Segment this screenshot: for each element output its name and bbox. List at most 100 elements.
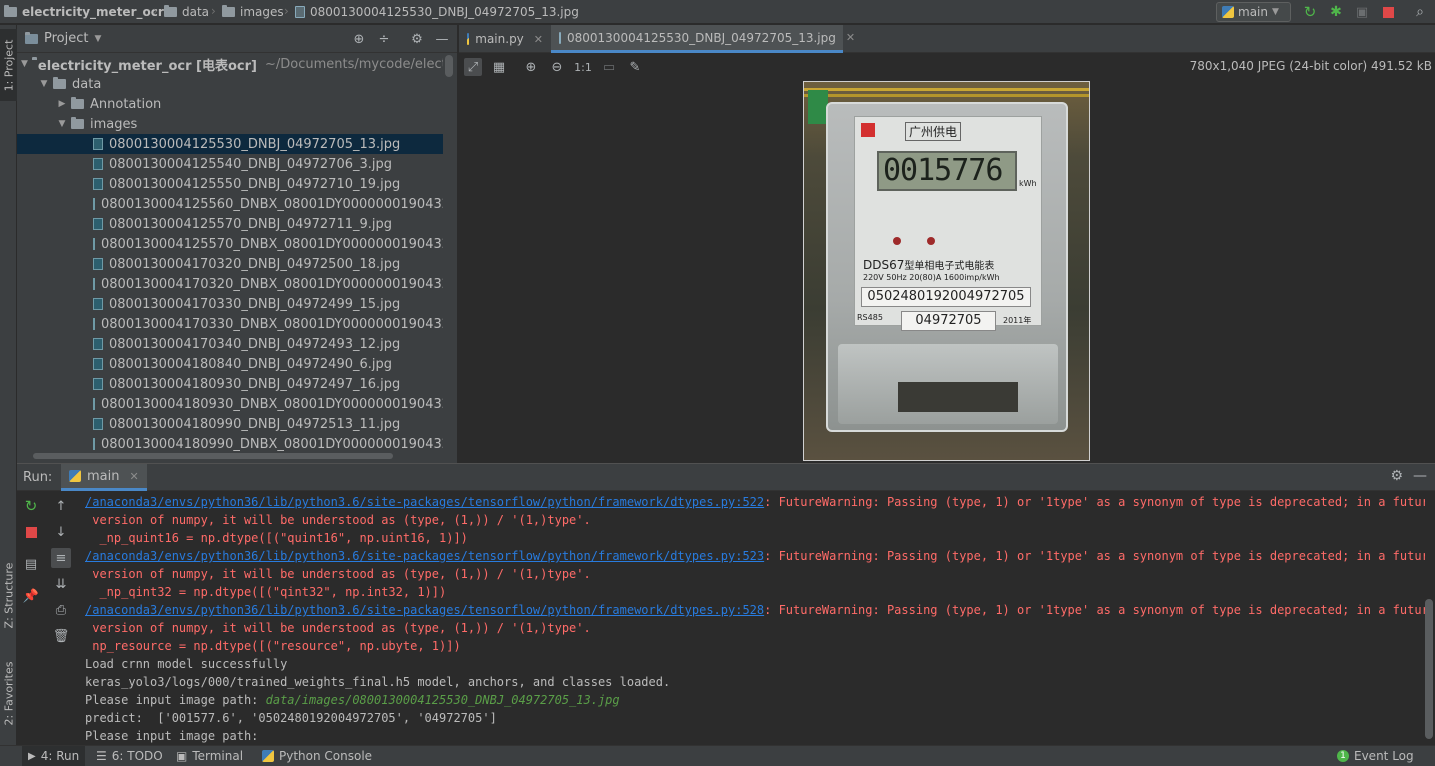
chevron-down-icon[interactable]: ▼ bbox=[57, 119, 67, 129]
search-everywhere-icon[interactable]: ⌕ bbox=[1411, 3, 1429, 21]
tree-file-item[interactable]: 0800130004170330_DNBX_08001DY00000001904… bbox=[17, 314, 443, 334]
console-link[interactable]: /anaconda3/envs/python36/lib/python3.6/s… bbox=[85, 549, 764, 563]
scroll-up-icon[interactable]: ↑ bbox=[51, 496, 71, 516]
chevron-down-icon[interactable]: ▼ bbox=[39, 79, 49, 89]
tab-main-py[interactable]: main.py ✕ bbox=[459, 25, 551, 53]
rerun-icon[interactable]: ↻ bbox=[1301, 3, 1319, 21]
meter-barcode: 0502480192004972705 bbox=[861, 287, 1031, 307]
green-clip bbox=[808, 90, 828, 124]
run-label: Run: bbox=[23, 470, 53, 485]
tree-file-item[interactable]: 0800130004180990_DNBX_08001DY00000001904… bbox=[17, 434, 443, 454]
gear-icon[interactable]: ⚙ bbox=[1390, 468, 1403, 484]
console-link[interactable]: /anaconda3/envs/python36/lib/python3.6/s… bbox=[85, 603, 764, 617]
event-log-button[interactable]: 1 Event Log bbox=[1337, 746, 1414, 766]
gear-icon[interactable]: ⚙ bbox=[409, 31, 425, 47]
tree-root[interactable]: ▼ electricity_meter_ocr [电表ocr] ~/Docume… bbox=[17, 54, 443, 74]
tree-file-item[interactable]: 0800130004180990_DNBJ_04972513_11.jpg bbox=[17, 414, 443, 434]
fit-zoom-icon[interactable]: ⤢ bbox=[464, 58, 482, 76]
console-output[interactable]: /anaconda3/envs/python36/lib/python3.6/s… bbox=[85, 492, 1425, 746]
hide-panel-icon[interactable]: — bbox=[434, 31, 450, 47]
tree-file-item[interactable]: 0800130004125570_DNBX_08001DY00000001904… bbox=[17, 234, 443, 254]
tree-folder-images[interactable]: ▼ images bbox=[17, 114, 443, 134]
tree-folder-data[interactable]: ▼ data bbox=[17, 74, 443, 94]
tree-file-item[interactable]: 0800130004170320_DNBX_08001DY00000001904… bbox=[17, 274, 443, 294]
folder-icon bbox=[4, 5, 17, 17]
tree-file-item[interactable]: 0800130004125570_DNBJ_04972711_9.jpg bbox=[17, 214, 443, 234]
console-line: version of numpy, it will be understood … bbox=[85, 567, 591, 581]
zoom-out-icon[interactable]: ⊖ bbox=[548, 58, 566, 76]
image-file-icon bbox=[93, 138, 103, 150]
breadcrumb-data[interactable]: data bbox=[164, 0, 209, 24]
stop-icon[interactable] bbox=[1379, 3, 1397, 21]
scroll-to-end-icon[interactable]: ⇊ bbox=[51, 574, 71, 594]
python-icon bbox=[262, 750, 274, 762]
tree-file-item[interactable]: 0800130004180930_DNBJ_04972497_16.jpg bbox=[17, 374, 443, 394]
breadcrumb-project[interactable]: electricity_meter_ocr bbox=[4, 0, 164, 24]
tree-file-item[interactable]: 0800130004125540_DNBJ_04972706_3.jpg bbox=[17, 154, 443, 174]
tree-file-item[interactable]: 0800130004180840_DNBJ_04972490_6.jpg bbox=[17, 354, 443, 374]
color-picker-icon[interactable]: ✎ bbox=[626, 58, 644, 76]
print-icon[interactable]: ⎙ bbox=[51, 600, 71, 620]
scroll-down-icon[interactable]: ↓ bbox=[51, 522, 71, 542]
breadcrumb-file[interactable]: 0800130004125530_DNBJ_04972705_13.jpg bbox=[295, 0, 579, 24]
rerun-icon[interactable]: ↻ bbox=[21, 496, 41, 516]
tab-image-file[interactable]: 0800130004125530_DNBJ_04972705_13.jpg ✕ bbox=[551, 25, 855, 53]
trash-icon[interactable]: 🗑 bbox=[51, 626, 71, 646]
terminal-tool-button[interactable]: ▣ Terminal bbox=[176, 746, 243, 766]
meter-photo: 广州供电 0015776 kWh DDS67型单相电子式电能表 220V 50H… bbox=[803, 81, 1090, 461]
debug-icon[interactable]: ✱ bbox=[1327, 3, 1345, 21]
chevron-right-icon[interactable]: ▶ bbox=[57, 99, 67, 109]
python-console-tool-button[interactable]: Python Console bbox=[262, 746, 372, 766]
run-tool-button[interactable]: ▶ 4: Run bbox=[22, 746, 86, 766]
tree-horizontal-scrollbar[interactable] bbox=[33, 453, 393, 459]
tree-file-item[interactable]: 0800130004170330_DNBJ_04972499_15.jpg bbox=[17, 294, 443, 314]
pin-icon[interactable]: 📌 bbox=[21, 586, 41, 606]
todo-tool-button[interactable]: ☰ 6: TODO bbox=[96, 746, 163, 766]
image-file-icon bbox=[93, 378, 103, 390]
tree-file-item[interactable]: 0800130004180930_DNBX_08001DY00000001904… bbox=[17, 394, 443, 414]
collapse-all-icon[interactable]: ÷ bbox=[376, 31, 392, 47]
tree-vertical-scrollbar[interactable] bbox=[445, 55, 453, 77]
locate-file-icon[interactable]: ⊕ bbox=[351, 31, 367, 47]
console-line: _np_qint32 = np.dtype([("qint32", np.int… bbox=[85, 585, 447, 599]
structure-tool-tab[interactable]: Z: Structure bbox=[0, 553, 17, 637]
project-tool-tab[interactable]: 1: Project bbox=[0, 29, 17, 101]
image-file-icon bbox=[93, 338, 103, 350]
console-line: Please input image path: bbox=[85, 729, 259, 743]
tree-folder-annotation[interactable]: ▶ Annotation bbox=[17, 94, 443, 114]
run-configuration-select[interactable]: main ▼ bbox=[1216, 2, 1291, 22]
console-link[interactable]: /anaconda3/envs/python36/lib/python3.6/s… bbox=[85, 495, 764, 509]
close-icon[interactable]: ✕ bbox=[129, 470, 138, 483]
folder-icon bbox=[53, 77, 66, 89]
folder-icon bbox=[71, 117, 84, 129]
tree-file-item[interactable]: 0800130004125560_DNBX_08001DY00000001904… bbox=[17, 194, 443, 214]
fit-window-icon[interactable]: ▭ bbox=[600, 58, 618, 76]
soft-wrap-icon[interactable]: ≡ bbox=[51, 548, 71, 568]
close-icon[interactable]: ✕ bbox=[534, 33, 543, 46]
editor-area: main.py ✕ 0800130004125530_DNBJ_04972705… bbox=[459, 25, 1435, 463]
tree-file-item[interactable]: 0800130004170320_DNBJ_04972500_18.jpg bbox=[17, 254, 443, 274]
meter-face: 广州供电 0015776 kWh DDS67型单相电子式电能表 220V 50H… bbox=[854, 116, 1042, 331]
chevron-down-icon[interactable]: ▼ bbox=[21, 59, 28, 69]
run-tab-main[interactable]: main ✕ bbox=[61, 464, 147, 491]
terminal-icon: ▣ bbox=[176, 749, 188, 763]
tree-file-item[interactable]: 0800130004125550_DNBJ_04972710_19.jpg bbox=[17, 174, 443, 194]
folder-icon bbox=[222, 5, 235, 17]
stop-icon[interactable] bbox=[21, 522, 41, 542]
hide-panel-icon[interactable]: — bbox=[1413, 468, 1427, 484]
close-icon[interactable]: ✕ bbox=[846, 31, 855, 44]
tree-file-item[interactable]: 0800130004170340_DNBJ_04972493_12.jpg bbox=[17, 334, 443, 354]
favorites-tool-tab[interactable]: 2: Favorites bbox=[0, 651, 17, 735]
actual-size-button[interactable]: 1:1 bbox=[574, 58, 592, 76]
meter-serial: 04972705 bbox=[901, 311, 996, 331]
breadcrumb-images[interactable]: images bbox=[222, 0, 284, 24]
grid-icon[interactable]: ▦ bbox=[490, 58, 508, 76]
tree-file-item[interactable]: 0800130004125530_DNBJ_04972705_13.jpg bbox=[17, 134, 443, 154]
chevron-down-icon[interactable]: ▼ bbox=[94, 34, 101, 44]
meter-unit: kWh bbox=[1019, 179, 1037, 188]
zoom-in-icon[interactable]: ⊕ bbox=[522, 58, 540, 76]
coverage-icon[interactable]: ▣ bbox=[1353, 3, 1371, 21]
restore-layout-icon[interactable]: ▤ bbox=[21, 554, 41, 574]
console-scrollbar[interactable] bbox=[1425, 599, 1433, 739]
project-view-select[interactable]: Project bbox=[44, 31, 88, 46]
